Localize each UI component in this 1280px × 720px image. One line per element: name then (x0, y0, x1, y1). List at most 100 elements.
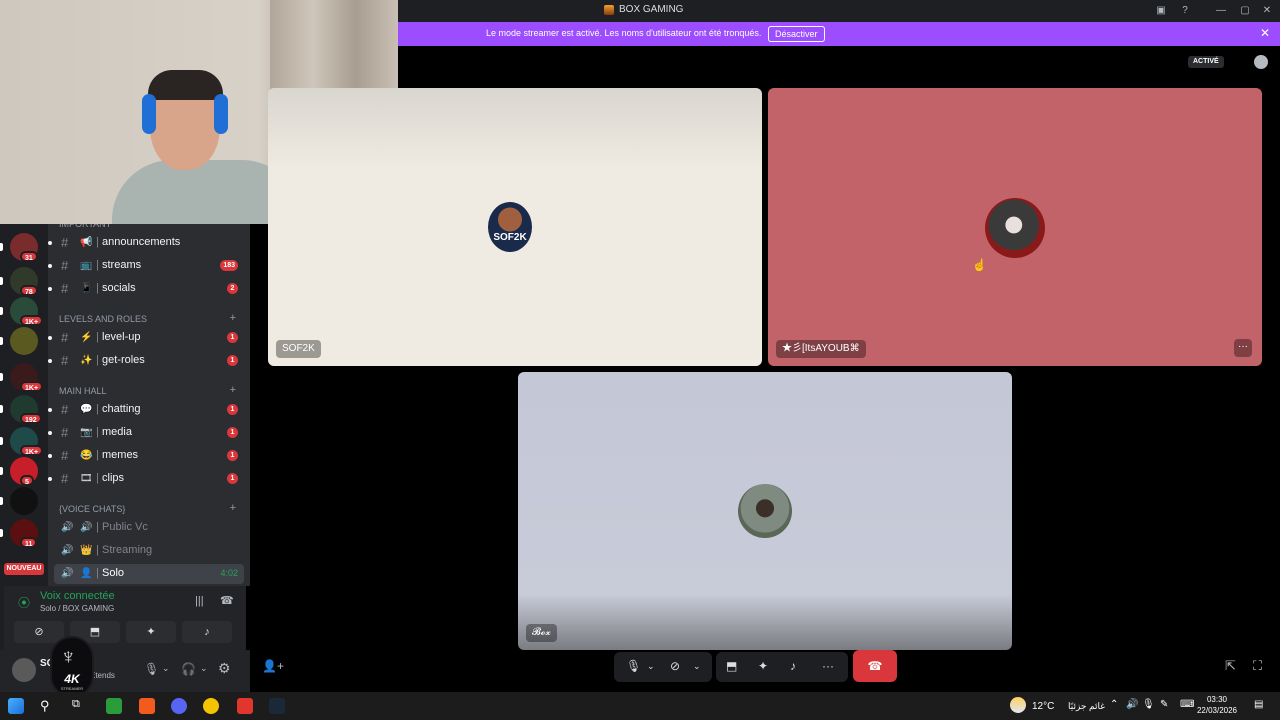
unread-indicator (0, 307, 3, 315)
brave-icon[interactable] (139, 698, 155, 714)
camera-chevron-icon[interactable]: ⌄ (693, 661, 701, 672)
mention-count-badge: 1 (227, 450, 238, 461)
video-tile-itsayoub[interactable]: ☝ ★彡[ItsAYOUB⌘ ··· (768, 88, 1262, 366)
logo-text: 4K (64, 672, 80, 686)
add-channel-icon[interactable]: + (230, 502, 236, 514)
close-window-button[interactable]: ✕ (1260, 4, 1274, 18)
server-mention-badge: 1K+ (20, 381, 44, 392)
add-channel-icon[interactable]: + (230, 384, 236, 396)
close-banner-icon[interactable]: ✕ (1260, 26, 1270, 40)
noise-suppression-icon[interactable]: ||| (195, 595, 204, 607)
maximize-button[interactable]: ▢ (1238, 4, 1252, 18)
clock-time[interactable]: 03:30 (1198, 695, 1236, 704)
soundboard-icon[interactable]: ♪ (790, 659, 796, 673)
unread-indicator (0, 405, 3, 413)
keyboard-icon[interactable]: ⌨ (1180, 699, 1194, 710)
text-channel[interactable]: # 📢 | announcements (48, 233, 244, 253)
search-icon[interactable]: ⚲ (40, 698, 56, 714)
mic-options-chevron-icon[interactable]: ⌄ (162, 663, 170, 674)
text-channel[interactable]: # 😂 | memes 1 (48, 446, 244, 466)
hash-icon: # (61, 281, 69, 296)
clock-date[interactable]: 22/03/2026 (1196, 706, 1238, 715)
server-mention-badge: 1K+ (20, 315, 44, 326)
discord-icon[interactable] (171, 698, 187, 714)
mic-tray-icon[interactable]: 🎙 (1142, 699, 1155, 710)
chat-bubble-icon[interactable] (1254, 55, 1268, 69)
text-channel[interactable]: # ⚡ | level-up 1 (48, 328, 244, 348)
text-channel[interactable]: # 💬 | chatting 1 (48, 400, 244, 420)
server-icon[interactable] (10, 487, 38, 515)
headset-icon[interactable]: 🎧 (181, 662, 196, 676)
notifications-icon[interactable]: ▤ (1254, 699, 1263, 710)
headset-options-chevron-icon[interactable]: ⌄ (200, 663, 208, 674)
tray-chevron-icon[interactable]: ⌃ (1110, 699, 1118, 710)
microphone-icon[interactable]: 🎙 (144, 662, 159, 676)
windows-start-icon[interactable] (8, 698, 24, 714)
invite-icon[interactable]: 👤+ (262, 659, 284, 673)
channel-name: announcements (102, 236, 181, 248)
popout-icon[interactable]: ⇱ (1225, 658, 1236, 674)
volume-icon[interactable]: 🔊 (1126, 699, 1138, 710)
more-options-icon[interactable]: ··· (822, 659, 834, 673)
text-channel[interactable]: # ✨ | get-roles 1 (48, 351, 244, 371)
hash-icon: # (61, 402, 69, 417)
video-tile-sof2k[interactable]: SOF2K SOF2K (268, 88, 762, 366)
camera-off-button[interactable]: ⊘ (14, 621, 64, 643)
text-channel[interactable]: # 🎞 | clips 1 (48, 469, 244, 489)
channel-name: get-roles (102, 354, 145, 366)
server-mention-badge: 192 (20, 413, 42, 424)
voice-status[interactable]: Voix connectée (40, 590, 115, 602)
text-channel[interactable]: # 📺 | streams 183 (48, 256, 244, 276)
category-header[interactable]: IMPORTANT (59, 224, 111, 229)
add-channel-icon[interactable]: + (230, 312, 236, 324)
phoenix-icon: ♆ (60, 644, 77, 669)
temperature[interactable]: 12°C (1032, 701, 1054, 712)
activities-button[interactable]: ✦ (126, 621, 176, 643)
store-icon[interactable] (106, 698, 122, 714)
category-header[interactable]: LEVELS AND ROLES (59, 314, 147, 324)
fullscreen-icon[interactable]: ⛶ (1253, 658, 1262, 674)
chrome-icon[interactable] (203, 698, 219, 714)
unread-indicator (0, 467, 3, 475)
task-view-icon[interactable]: ⧉ (72, 698, 88, 714)
banner-text: Le mode streamer est activé. Les noms d'… (486, 28, 762, 38)
channel-name: level-up (102, 331, 141, 343)
settings-gear-icon[interactable]: ⚙ (218, 660, 231, 677)
disconnect-icon[interactable]: ☎ (220, 594, 234, 607)
separator: | (96, 426, 99, 438)
weather-text[interactable]: غائم جزئيًا (1068, 701, 1105, 712)
minimize-button[interactable]: — (1214, 4, 1228, 18)
user-avatar[interactable] (12, 658, 36, 682)
help-icon[interactable]: ? (1178, 4, 1192, 18)
text-channel[interactable]: # 📱 | socials 2 (48, 279, 244, 299)
voice-channel[interactable]: 🔊 👤 | Solo 4:02 (54, 564, 244, 584)
tile-more-options-icon[interactable]: ··· (1234, 339, 1252, 357)
mic-chevron-icon[interactable]: ⌄ (647, 661, 655, 672)
voice-duration: 4:02 (220, 568, 238, 578)
separator: | (96, 521, 99, 533)
hand-cursor-icon: ☝ (972, 258, 987, 272)
voice-channel[interactable]: 🔊 👑 | Streaming (54, 541, 244, 561)
voice-channel[interactable]: 🔊 🔊 | Public Vc (54, 518, 244, 538)
mention-count-badge: 1 (227, 355, 238, 366)
microphone-icon[interactable]: 🎙 (626, 659, 641, 673)
camera-off-icon[interactable]: ⊘ (670, 659, 680, 673)
speaker-icon: 🔊 (61, 522, 74, 533)
disable-streamer-mode-button[interactable]: Désactiver (768, 26, 825, 42)
channel-name: Public Vc (102, 521, 148, 533)
pdf-icon[interactable] (237, 698, 253, 714)
soundboard-button[interactable]: ♪ (182, 621, 232, 643)
server-icon[interactable] (10, 327, 38, 355)
hash-icon: # (61, 353, 69, 368)
video-tile-box[interactable]: 𝓑𝓸𝔁 (518, 372, 1012, 650)
hang-up-button[interactable]: ☎ (853, 650, 897, 682)
pen-icon[interactable]: ✎ (1160, 699, 1168, 710)
text-channel[interactable]: # 📷 | media 1 (48, 423, 244, 443)
steam-icon[interactable] (269, 698, 285, 714)
category-header[interactable]: MAIN HALL (59, 386, 107, 396)
share-screen-icon[interactable]: ⬒ (726, 659, 737, 673)
category-header[interactable]: {VOICE CHATS} (59, 504, 125, 514)
activities-icon[interactable]: ✦ (758, 659, 768, 673)
voice-channel-path[interactable]: Solo / BOX GAMING (40, 604, 114, 613)
screen-share-icon[interactable]: ▣ (1154, 4, 1168, 18)
